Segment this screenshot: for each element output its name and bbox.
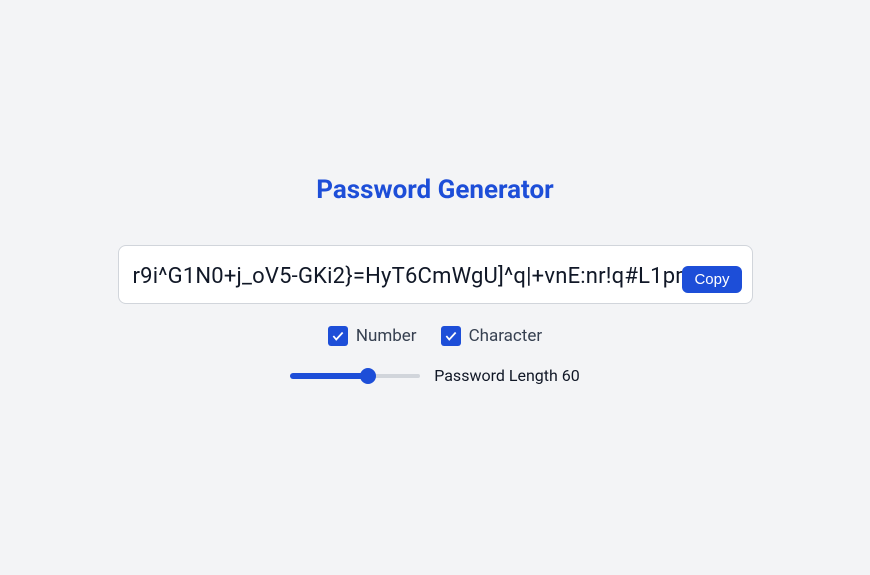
number-checkbox[interactable]	[328, 326, 348, 346]
slider-thumb	[360, 368, 376, 384]
check-icon	[444, 329, 458, 343]
options-row: Number Character	[328, 326, 542, 346]
password-output-box: r9i^G1N0+j_oV5-GKi2}=HyT6CmWgU]^q|+vnE:n…	[118, 245, 753, 304]
copy-button[interactable]: Copy	[682, 266, 741, 293]
length-slider-row: Password Length 60	[290, 366, 580, 385]
password-generator-container: Password Generator r9i^G1N0+j_oV5-GKi2}=…	[118, 175, 753, 385]
length-slider[interactable]	[290, 367, 420, 385]
character-option: Character	[441, 326, 543, 346]
length-label: Password Length 60	[434, 366, 580, 385]
slider-track-fill	[290, 373, 368, 379]
page-title: Password Generator	[316, 175, 553, 205]
number-checkbox-label[interactable]: Number	[356, 326, 417, 346]
generated-password: r9i^G1N0+j_oV5-GKi2}=HyT6CmWgU]^q|+vnE:n…	[133, 264, 738, 289]
check-icon	[331, 329, 345, 343]
character-checkbox-label[interactable]: Character	[469, 326, 543, 346]
number-option: Number	[328, 326, 417, 346]
character-checkbox[interactable]	[441, 326, 461, 346]
